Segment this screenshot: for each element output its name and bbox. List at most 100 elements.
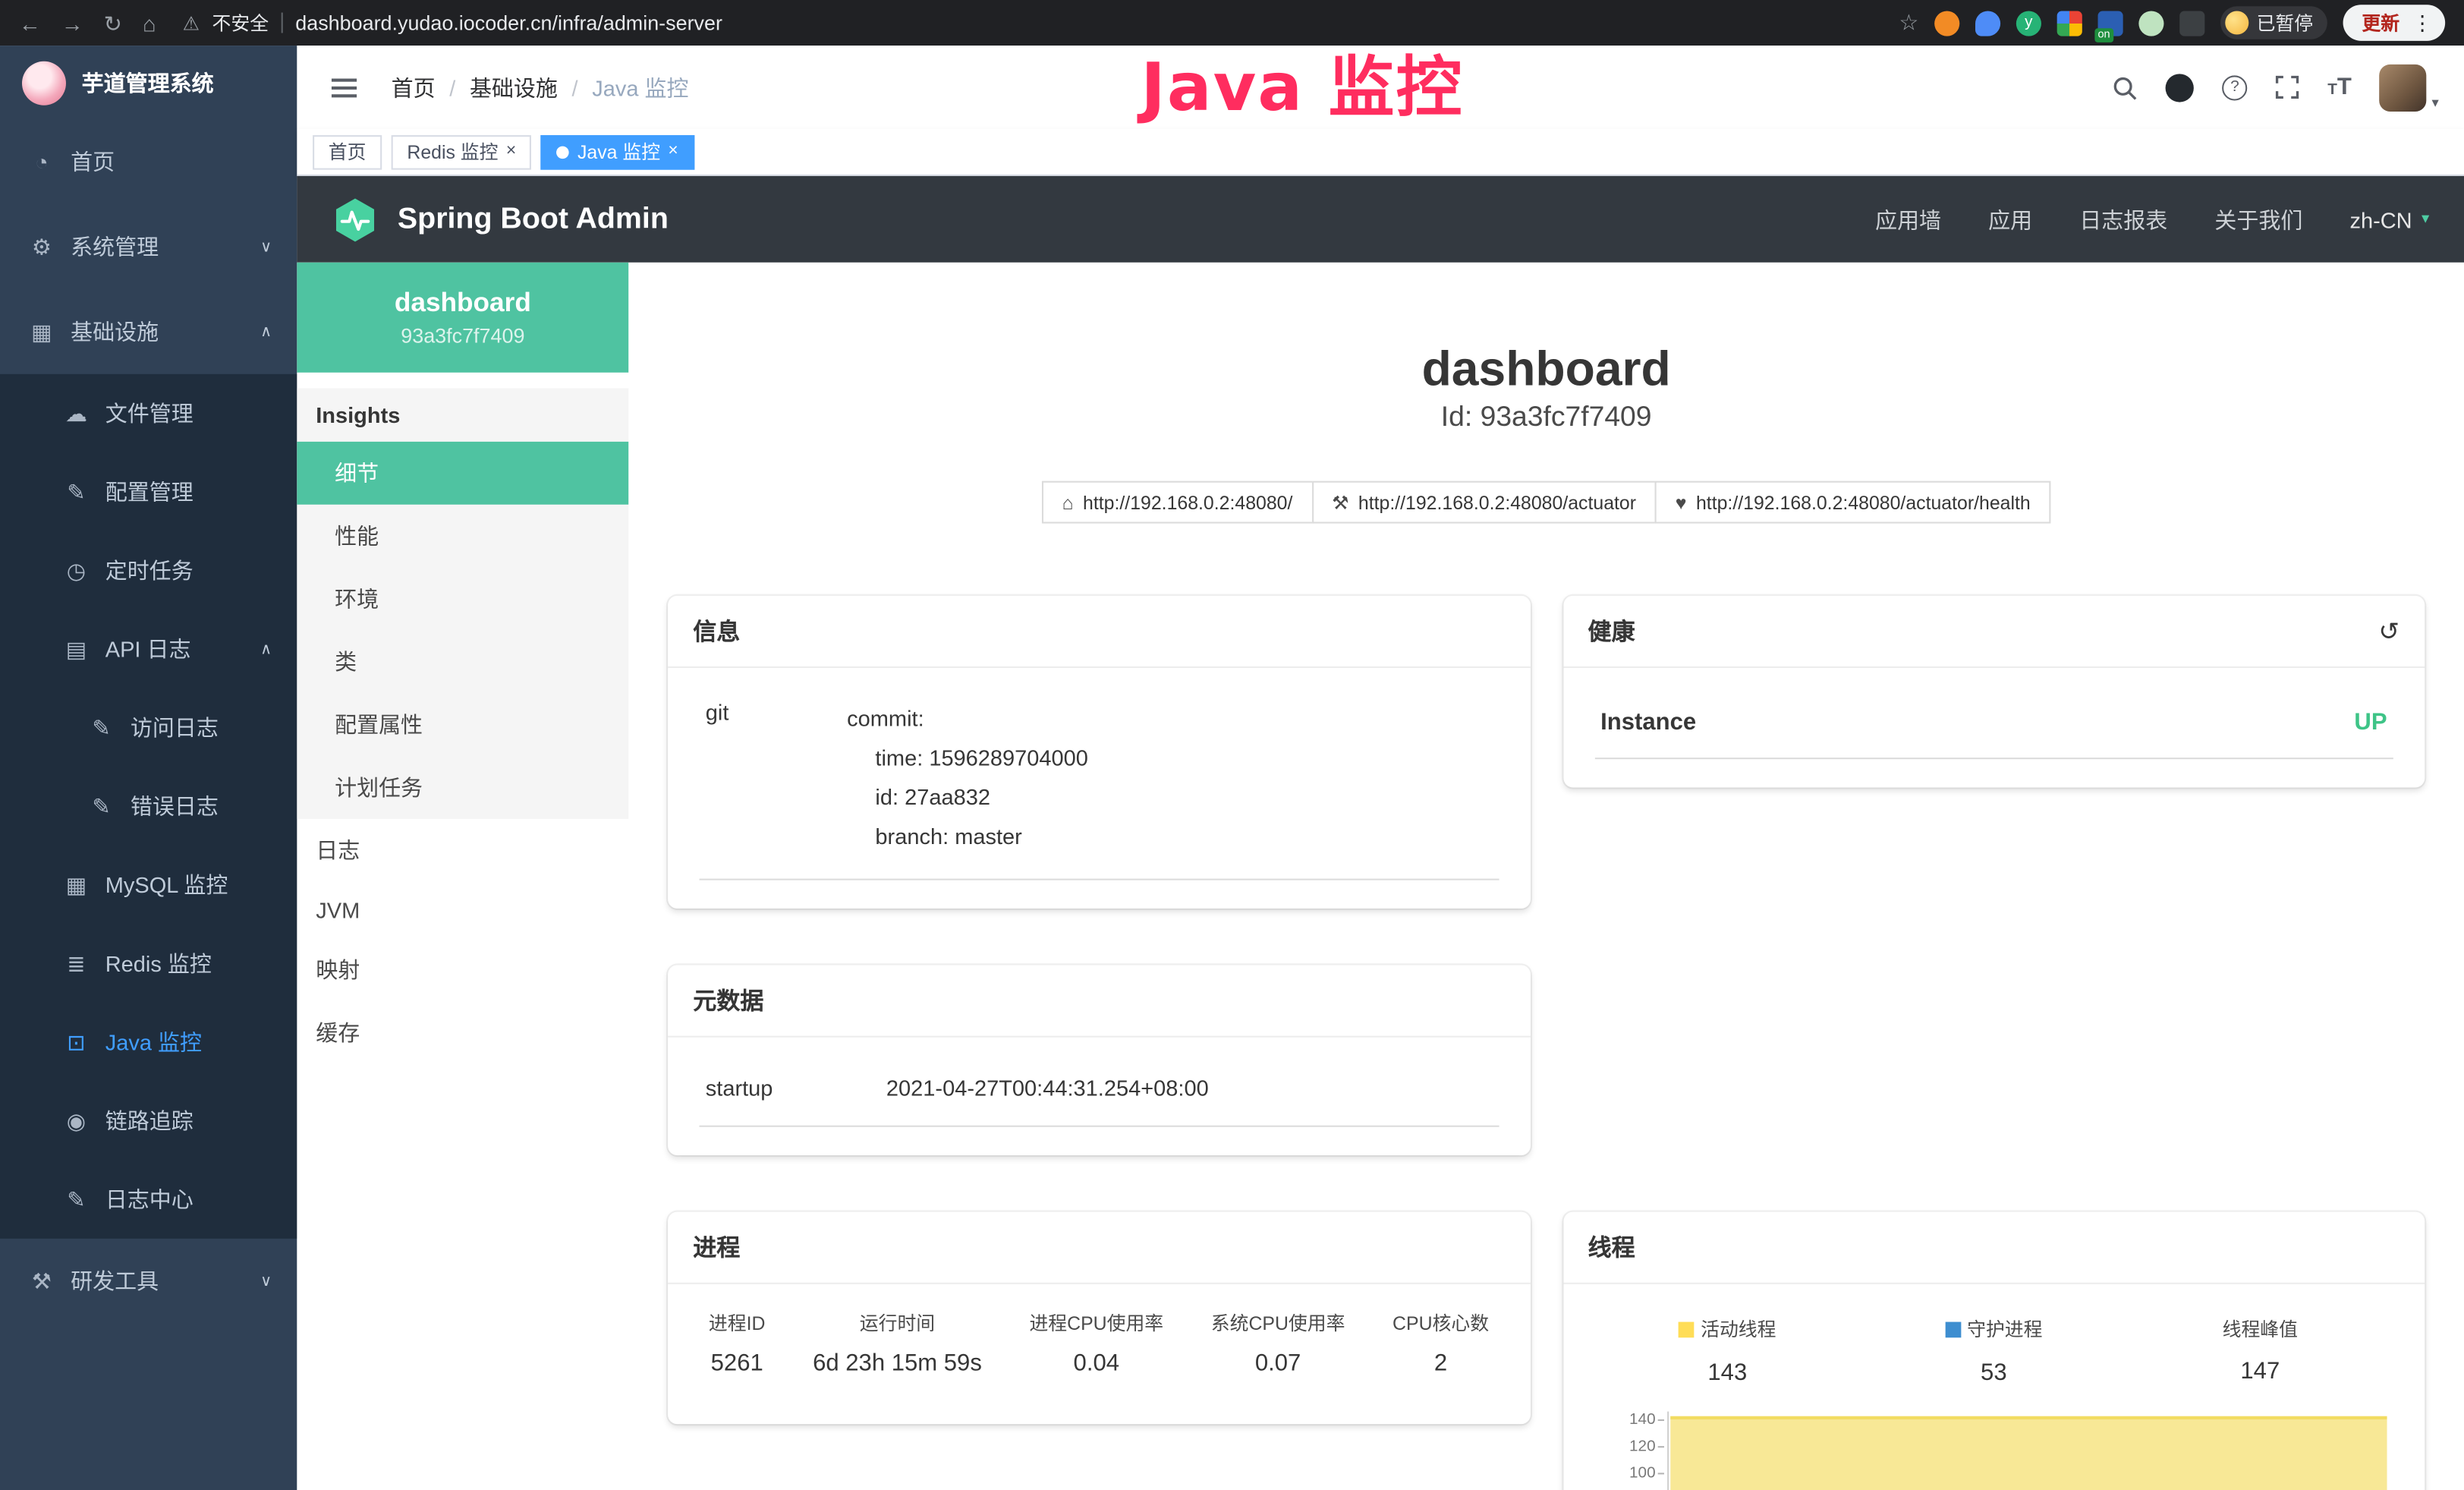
security-warning-icon[interactable]: ⚠	[183, 12, 200, 34]
clock-icon: ◷	[63, 557, 90, 584]
avatar[interactable]	[2380, 64, 2427, 111]
insights-title: Insights	[297, 388, 628, 441]
question-glyph: ?	[2230, 79, 2239, 96]
extension-switch-icon[interactable]: on	[2097, 10, 2123, 35]
sba-nav-wallboard[interactable]: 应用墙	[1875, 203, 1941, 235]
sidebar-item-java-monitor[interactable]: ⊡ Java 监控	[0, 1003, 297, 1082]
sba-nav-applications[interactable]: 应用	[1988, 203, 2032, 235]
forward-icon[interactable]: →	[61, 12, 83, 34]
browser-menu-icon[interactable]: ⋮	[2412, 10, 2433, 35]
sba-item-caches[interactable]: 缓存	[297, 1001, 628, 1064]
sidebar-item-access-log[interactable]: ✎ 访问日志	[0, 688, 297, 767]
sba-item-mappings[interactable]: 映射	[297, 938, 628, 1001]
breadcrumb: 首页 / 基础设施 / Java 监控	[392, 71, 689, 102]
sba-item-details[interactable]: 细节	[297, 442, 628, 505]
sidebar-item-label: API 日志	[105, 634, 191, 665]
sidebar-item-home[interactable]: ◔ 首页	[0, 119, 297, 204]
sidebar-item-label: 错误日志	[131, 791, 219, 822]
sba-item-logs[interactable]: 日志	[297, 819, 628, 882]
history-icon[interactable]: ↺	[2378, 616, 2399, 647]
process-metric: 运行时间 6d 23h 15m 59s	[813, 1309, 982, 1377]
extension-drop-icon[interactable]	[1975, 10, 2000, 35]
live-threads-area-series	[1669, 1416, 2387, 1490]
tab-java-monitor[interactable]: Java 监控 ×	[541, 134, 694, 169]
sidebar-item-file-manage[interactable]: ☁ 文件管理	[0, 374, 297, 453]
sidebar-item-trace[interactable]: ◉ 链路追踪	[0, 1082, 297, 1161]
locale-selector[interactable]: zh-CN ▾	[2349, 206, 2429, 232]
font-size-icon[interactable]: TT	[2327, 74, 2352, 100]
threads-legend: 活动线程 143 守护进程 53 线程峰值	[1594, 1315, 2393, 1385]
extension-fox-icon[interactable]	[1934, 10, 1959, 35]
sidebar-item-dev-tools[interactable]: ⚒ 研发工具 ∨	[0, 1239, 297, 1324]
metric-label: 进程CPU使用率	[1029, 1309, 1163, 1336]
back-icon[interactable]: ←	[19, 12, 41, 34]
header-actions: ? TT ▾	[2113, 64, 2439, 111]
url-text[interactable]: dashboard.yudao.iocoder.cn/infra/admin-s…	[295, 11, 722, 34]
info-value: commit: time: 1596289704000 id: 27aa832 …	[847, 700, 1088, 857]
close-icon[interactable]: ×	[668, 143, 678, 160]
browser-update-button[interactable]: 更新 ⋮	[2343, 5, 2446, 41]
breadcrumb-infra[interactable]: 基础设施	[470, 71, 558, 102]
sba-nav: 应用墙 应用 日志报表 关于我们 zh-CN ▾	[1875, 203, 2429, 235]
sba-instance-header[interactable]: dashboard 93a3fc7f7409	[297, 263, 628, 373]
refresh-icon[interactable]: ↻	[104, 12, 122, 34]
paused-profile-chip[interactable]: 已暂停	[2220, 6, 2327, 39]
threads-legend-item: 线程峰值 147	[2127, 1315, 2393, 1385]
actuator-url-link[interactable]: ⚒ http://192.168.0.2:48080/actuator	[1311, 481, 1657, 524]
extension-grid-icon[interactable]	[2057, 10, 2082, 35]
metric-value: 0.07	[1211, 1350, 1345, 1377]
sidebar-item-log-center[interactable]: ✎ 日志中心	[0, 1160, 297, 1239]
close-icon[interactable]: ×	[506, 143, 516, 160]
process-metrics: 进程ID 5261 运行时间 6d 23h 15m 59s 进程CPU使用率	[668, 1284, 1530, 1424]
sidebar-item-config-manage[interactable]: ✎ 配置管理	[0, 452, 297, 531]
y-tick: 120	[1594, 1438, 1656, 1464]
search-icon[interactable]	[2113, 74, 2138, 99]
tools-icon: ⚒	[28, 1268, 55, 1294]
extensions-puzzle-icon[interactable]	[2179, 10, 2204, 35]
breadcrumb-home[interactable]: 首页	[392, 71, 436, 102]
sidebar-item-api-log[interactable]: ▤ API 日志 ∧	[0, 610, 297, 688]
instance-label: Instance	[1600, 709, 1696, 736]
legend-label: 守护进程	[1967, 1315, 2042, 1342]
help-icon[interactable]: ?	[2222, 74, 2247, 99]
sidebar-item-redis-monitor[interactable]: ≣ Redis 监控	[0, 925, 297, 1003]
bookmark-star-icon[interactable]: ☆	[1899, 9, 1918, 36]
plot-area	[1666, 1411, 2393, 1490]
sidebar-item-system[interactable]: ⚙ 系统管理 ∨	[0, 204, 297, 289]
extension-green-icon[interactable]: y	[2016, 10, 2041, 35]
sidebar-item-infra[interactable]: ▦ 基础设施 ∧	[0, 289, 297, 374]
wrench-icon: ⚒	[1332, 491, 1348, 513]
hamburger-icon[interactable]	[332, 86, 357, 89]
sba-item-metrics[interactable]: 性能	[297, 505, 628, 568]
sba-brand[interactable]: Spring Boot Admin	[332, 196, 669, 243]
address-bar[interactable]: ⚠ 不安全 dashboard.yudao.iocoder.cn/infra/a…	[183, 9, 722, 36]
metadata-card: 元数据 startup 2021-04-27T00:44:31.254+08:0…	[668, 965, 1530, 1155]
tab-home[interactable]: 首页	[313, 134, 382, 169]
sba-item-scheduled-tasks[interactable]: 计划任务	[297, 756, 628, 819]
user-menu[interactable]: ▾	[2380, 64, 2439, 111]
metric-label: 系统CPU使用率	[1211, 1309, 1345, 1336]
sba-nav-about[interactable]: 关于我们	[2214, 203, 2302, 235]
tab-redis-monitor[interactable]: Redis 监控 ×	[392, 134, 532, 169]
service-url-link[interactable]: ⌂ http://192.168.0.2:48080/	[1042, 481, 1314, 524]
sba-nav-journal[interactable]: 日志报表	[2079, 203, 2167, 235]
sba-item-config-props[interactable]: 配置属性	[297, 693, 628, 756]
app-logo[interactable]: 芋道管理系统	[0, 46, 297, 119]
fullscreen-icon[interactable]	[2276, 75, 2299, 99]
sba-item-environment[interactable]: 环境	[297, 568, 628, 631]
health-url-link[interactable]: ♥ http://192.168.0.2:48080/actuator/heal…	[1655, 481, 2051, 524]
instance-id: 93a3fc7f7409	[401, 324, 524, 348]
home-icon[interactable]: ⌂	[143, 12, 156, 34]
sba-item-classes[interactable]: 类	[297, 630, 628, 693]
sidebar-item-error-log[interactable]: ✎ 错误日志	[0, 767, 297, 846]
github-icon[interactable]	[2166, 73, 2194, 101]
address-divider	[282, 13, 283, 33]
metadata-row: startup 2021-04-27T00:44:31.254+08:00	[700, 1060, 1499, 1127]
process-metric: 进程ID 5261	[709, 1309, 766, 1377]
link-label: http://192.168.0.2:48080/actuator/health	[1696, 491, 2031, 513]
sidebar-item-scheduled-jobs[interactable]: ◷ 定时任务	[0, 531, 297, 610]
edit-icon: ✎	[63, 1186, 90, 1212]
extension-leaf-icon[interactable]	[2138, 10, 2163, 35]
sba-item-jvm[interactable]: JVM	[297, 882, 628, 939]
sidebar-item-mysql-monitor[interactable]: ▦ MySQL 监控	[0, 846, 297, 925]
